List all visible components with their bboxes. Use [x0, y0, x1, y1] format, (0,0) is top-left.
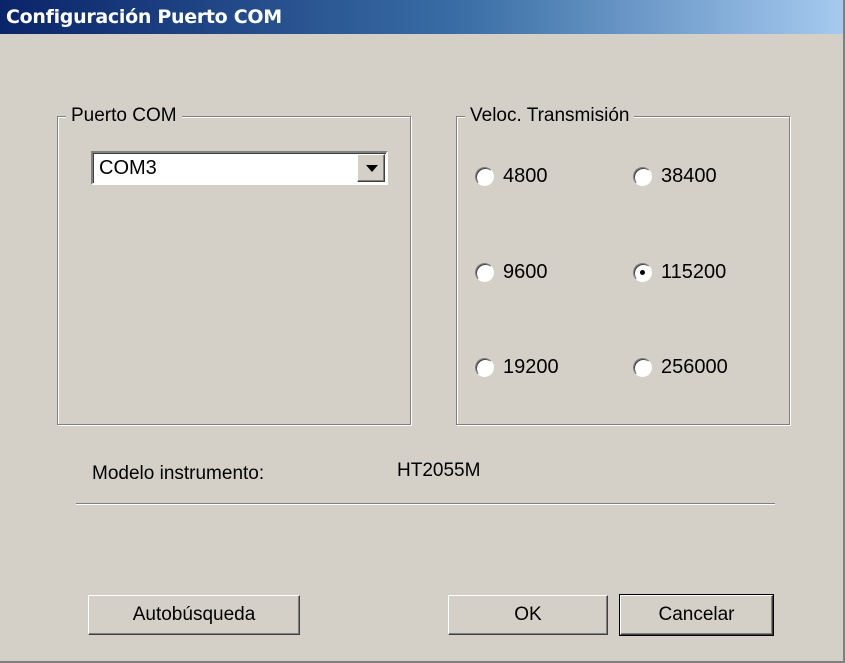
radio-baud-4800[interactable]: 4800 [475, 163, 548, 189]
radio-label: 4800 [503, 164, 548, 187]
chevron-down-icon [366, 165, 378, 172]
radio-label: 19200 [503, 355, 559, 378]
radio-circle-icon [633, 357, 652, 377]
radio-baud-19200[interactable]: 19200 [475, 354, 559, 380]
radio-circle-icon [475, 166, 494, 186]
title-bar[interactable]: Configuración Puerto COM [0, 0, 843, 34]
baud-rate-group-label: Veloc. Transmisión [465, 105, 635, 127]
puerto-com-group-label: Puerto COM [66, 105, 182, 127]
radio-label: 256000 [661, 355, 728, 378]
window-title: Configuración Puerto COM [6, 6, 282, 28]
divider [76, 503, 775, 505]
dialog-window: Configuración Puerto COM Puerto COM COM3… [0, 0, 845, 663]
radio-baud-115200[interactable]: 115200 [633, 259, 726, 285]
radio-baud-38400[interactable]: 38400 [633, 163, 717, 189]
radio-label: 38400 [661, 164, 717, 187]
dropdown-button[interactable] [357, 154, 385, 182]
com-port-value: COM3 [99, 157, 157, 179]
radio-circle-icon [475, 262, 494, 282]
radio-circle-icon [633, 166, 652, 186]
com-port-select[interactable]: COM3 [91, 151, 388, 185]
autosearch-button[interactable]: Autobúsqueda [88, 595, 300, 635]
radio-baud-256000[interactable]: 256000 [633, 354, 728, 380]
cancel-button[interactable]: Cancelar [619, 594, 774, 636]
model-label: Modelo instrumento: [92, 463, 265, 484]
radio-label: 9600 [503, 260, 548, 283]
radio-circle-icon [633, 262, 652, 282]
model-value: HT2055M [397, 460, 481, 481]
radio-baud-9600[interactable]: 9600 [475, 259, 548, 285]
radio-label: 115200 [661, 260, 727, 283]
ok-button[interactable]: OK [448, 595, 608, 635]
radio-circle-icon [475, 357, 494, 377]
